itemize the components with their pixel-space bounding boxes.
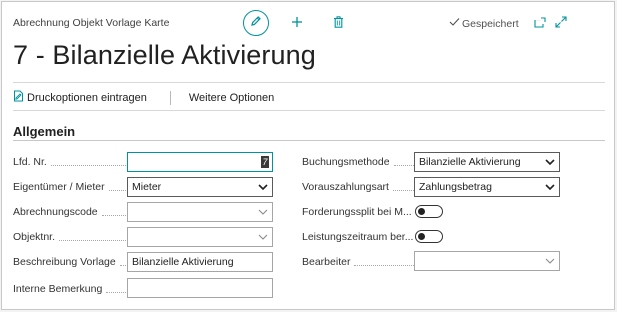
field-label-eigentuemer-mieter: Eigentümer / Mieter <box>13 178 128 196</box>
more-options-label: Weitere Optionen <box>188 91 275 104</box>
buchungsmethode-value: Bilanzielle Aktivierung <box>419 156 521 168</box>
save-status-label: Gespeichert <box>462 17 519 30</box>
print-options-button[interactable]: Druckoptionen eintragen <box>13 90 147 105</box>
page-title: 7 - Bilanzielle Aktivierung <box>13 40 316 70</box>
vorauszahlungsart-value: Zahlungsbetrag <box>419 181 492 193</box>
print-options-label: Druckoptionen eintragen <box>27 91 147 104</box>
actions-divider <box>13 110 605 111</box>
lfd-nr-field[interactable]: 7 <box>127 152 273 172</box>
title-divider <box>13 82 605 83</box>
objektnr-select[interactable] <box>127 227 273 247</box>
chevron-down-icon <box>545 159 555 165</box>
toggle-knob <box>418 207 425 215</box>
leistungszeitraum-toggle[interactable] <box>415 230 443 243</box>
field-label-interne-bemerkung: Interne Bemerkung <box>13 280 128 298</box>
eigentuemer-mieter-select[interactable]: Mieter <box>127 177 273 197</box>
print-icon <box>13 90 24 105</box>
expand-icon <box>555 15 567 33</box>
action-bar: Druckoptionen eintragen Weitere Optionen <box>13 90 274 105</box>
chevron-down-icon <box>258 209 268 215</box>
field-label-leistungszeitraum: Leistungszeitraum ber... <box>302 231 414 243</box>
card-header-bar: Abrechnung Objekt Vorlage Karte Gespeich… <box>2 2 614 38</box>
more-options-button[interactable]: Weitere Optionen <box>189 92 274 104</box>
chevron-down-icon <box>545 258 555 264</box>
open-new-window-button[interactable] <box>534 15 546 33</box>
field-label-beschreibung-vorlage: Beschreibung Vorlage <box>13 253 128 271</box>
popout-icon <box>534 15 546 33</box>
field-label-bearbeiter: Bearbeiter <box>302 253 414 271</box>
field-label-abrechnungscode: Abrechnungscode <box>13 203 128 221</box>
section-header-allgemein[interactable]: Allgemein <box>13 124 75 139</box>
field-label-vorauszahlungsart: Vorauszahlungsart <box>302 178 414 196</box>
edit-icon <box>250 14 262 32</box>
field-label-lfd-nr: Lfd. Nr. <box>13 153 128 171</box>
abrechnungscode-select[interactable] <box>127 202 273 222</box>
section-underline <box>13 140 605 141</box>
plus-icon <box>291 15 303 33</box>
field-label-buchungsmethode: Buchungsmethode <box>302 153 414 171</box>
forderungssplit-toggle[interactable] <box>415 205 443 218</box>
field-label-objektnr: Objektnr. <box>13 228 128 246</box>
field-label-forderungssplit: Forderungssplit bei M... <box>302 206 412 218</box>
delete-button[interactable] <box>333 15 344 33</box>
action-separator <box>169 90 171 105</box>
page-caption: Abrechnung Objekt Vorlage Karte <box>13 17 170 29</box>
beschreibung-vorlage-field[interactable]: Bilanzielle Aktivierung <box>127 252 273 272</box>
trash-icon <box>333 15 344 33</box>
expand-button[interactable] <box>555 15 567 33</box>
edit-button[interactable] <box>243 10 269 36</box>
record-card: Abrechnung Objekt Vorlage Karte Gespeich… <box>1 1 615 310</box>
vorauszahlungsart-select[interactable]: Zahlungsbetrag <box>414 177 560 197</box>
buchungsmethode-select[interactable]: Bilanzielle Aktivierung <box>414 152 560 172</box>
beschreibung-vorlage-value: Bilanzielle Aktivierung <box>132 256 234 268</box>
lfd-nr-value: 7 <box>261 156 269 168</box>
checkmark-icon <box>449 17 460 30</box>
eigentuemer-mieter-value: Mieter <box>132 181 162 193</box>
chevron-down-icon <box>545 184 555 190</box>
chevron-down-icon <box>258 184 268 190</box>
bearbeiter-select[interactable] <box>414 251 560 271</box>
toggle-knob <box>418 232 425 240</box>
save-status: Gespeichert <box>449 17 519 30</box>
new-button[interactable] <box>291 15 303 33</box>
interne-bemerkung-field[interactable] <box>127 278 273 298</box>
chevron-down-icon <box>258 234 268 240</box>
